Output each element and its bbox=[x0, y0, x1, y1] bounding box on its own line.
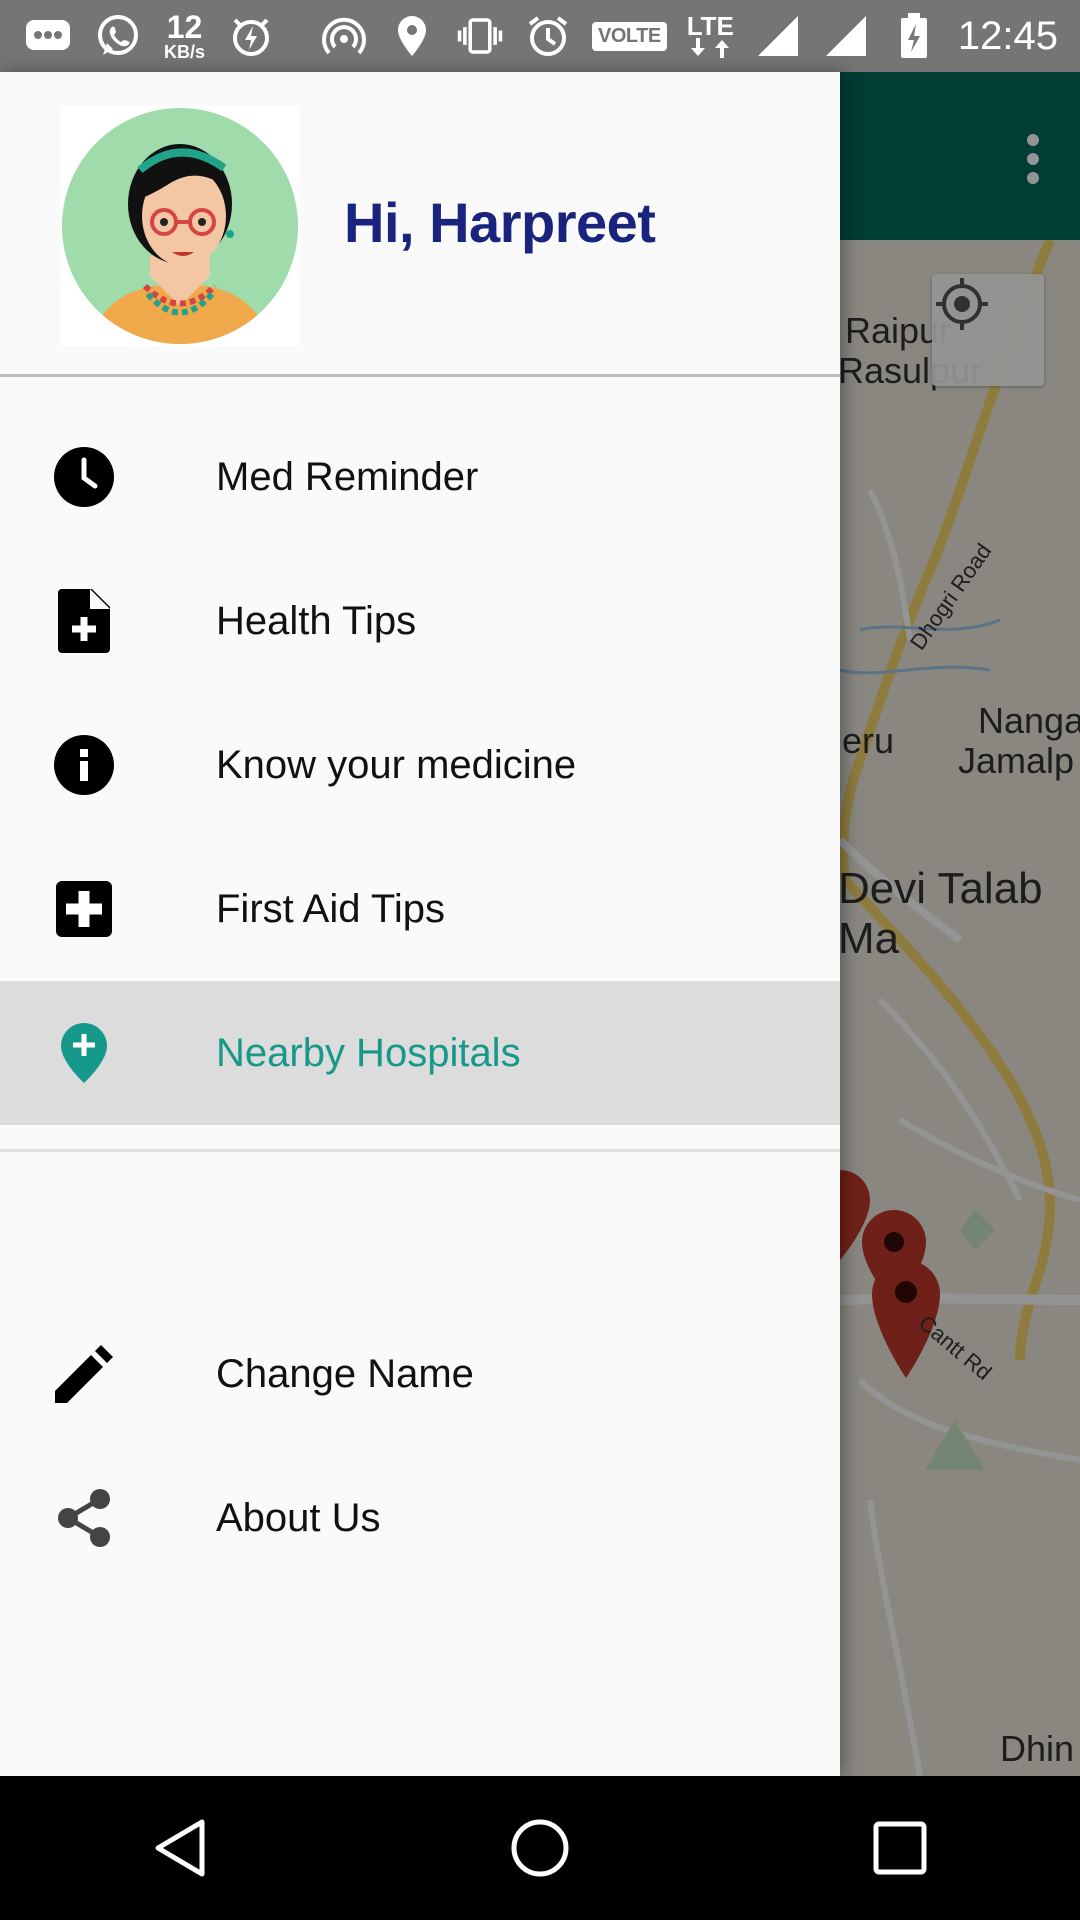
menu-item-med-reminder[interactable]: Med Reminder bbox=[0, 405, 840, 549]
whatsapp-icon bbox=[94, 14, 142, 58]
navigation-drawer: Hi, Harpreet Med Reminder Health Tips Kn… bbox=[0, 72, 840, 1776]
drawer-menu: Med Reminder Health Tips Know your medic… bbox=[0, 377, 840, 1590]
menu-item-nearby-hospitals[interactable]: Nearby Hospitals bbox=[0, 981, 840, 1125]
battery-icon bbox=[890, 13, 938, 58]
lte-icon: LTE bbox=[686, 10, 734, 59]
clock-icon bbox=[52, 445, 116, 509]
info-icon bbox=[52, 733, 116, 797]
flash-off-icon bbox=[227, 14, 275, 58]
avatar-illustration bbox=[62, 108, 298, 344]
greeting-text: Hi, Harpreet bbox=[344, 191, 656, 254]
status-bar: 12 KB/s VOLTE LTE 12:45 bbox=[0, 0, 1080, 72]
hospital-pin-icon bbox=[52, 1021, 116, 1085]
hotspot-icon bbox=[320, 14, 368, 58]
system-nav-bar bbox=[0, 1776, 1080, 1920]
message-icon bbox=[24, 14, 72, 58]
recents-icon bbox=[873, 1821, 927, 1875]
recents-button[interactable] bbox=[840, 1788, 960, 1908]
menu-item-label: Change Name bbox=[216, 1351, 474, 1396]
home-button[interactable] bbox=[480, 1788, 600, 1908]
net-speed-value: 12 bbox=[166, 9, 203, 45]
menu-item-label: First Aid Tips bbox=[216, 886, 445, 931]
menu-item-health-tips[interactable]: Health Tips bbox=[0, 549, 840, 693]
menu-item-label: About Us bbox=[216, 1495, 381, 1540]
home-icon bbox=[511, 1819, 569, 1877]
alarm-icon bbox=[524, 14, 572, 58]
menu-item-label: Med Reminder bbox=[216, 454, 479, 499]
share-icon bbox=[52, 1486, 116, 1550]
first-aid-icon bbox=[52, 877, 116, 941]
menu-item-label: Nearby Hospitals bbox=[216, 1030, 521, 1075]
menu-item-about-us[interactable]: About Us bbox=[0, 1446, 840, 1590]
menu-item-change-name[interactable]: Change Name bbox=[0, 1302, 840, 1446]
signal-icon bbox=[754, 14, 802, 58]
lte-label: LTE bbox=[686, 10, 734, 41]
net-speed-unit: KB/s bbox=[164, 42, 206, 62]
menu-item-know-your-medicine[interactable]: Know your medicine bbox=[0, 693, 840, 837]
volte-badge: VOLTE bbox=[592, 21, 667, 51]
net-speed: 12 KB/s bbox=[164, 11, 205, 61]
clock: 12:45 bbox=[957, 13, 1058, 58]
pencil-icon bbox=[52, 1342, 116, 1406]
signal-icon bbox=[822, 14, 870, 58]
drawer-header: Hi, Harpreet bbox=[0, 72, 840, 377]
back-icon bbox=[155, 1819, 205, 1877]
menu-item-label: Health Tips bbox=[216, 598, 417, 643]
back-button[interactable] bbox=[120, 1788, 240, 1908]
vibrate-icon bbox=[456, 14, 504, 58]
note-add-icon bbox=[52, 589, 116, 653]
avatar[interactable] bbox=[60, 106, 300, 346]
menu-item-label: Know your medicine bbox=[216, 742, 577, 787]
location-icon bbox=[388, 14, 436, 58]
menu-item-first-aid-tips[interactable]: First Aid Tips bbox=[0, 837, 840, 981]
